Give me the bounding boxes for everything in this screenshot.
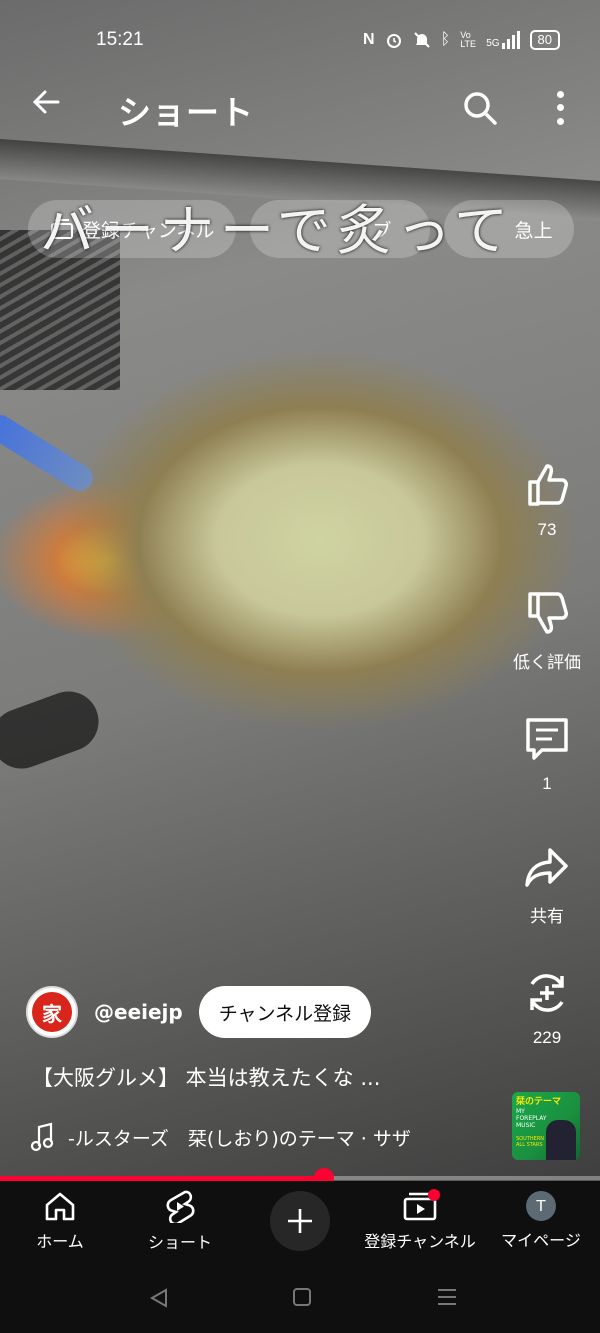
create-button[interactable]	[270, 1191, 330, 1251]
plus-icon	[288, 1209, 312, 1233]
thumbs-up-icon	[528, 464, 568, 506]
channel-row: 家 @eeiejp チャンネル登録	[26, 986, 372, 1038]
music-title: -ルスターズ 栞(しおり)のテーマ · サザ	[68, 1127, 411, 1150]
music-row[interactable]: -ルスターズ 栞(しおり)のテーマ · サザ	[30, 1122, 500, 1152]
remix-icon	[530, 974, 564, 1012]
comment-count: 1	[542, 774, 552, 793]
home-square-icon[interactable]	[292, 1287, 312, 1307]
battery-indicator: 80	[529, 30, 560, 50]
channel-handle[interactable]: @eeiejp	[94, 1000, 183, 1024]
shorts-icon	[166, 1190, 195, 1223]
remix-button[interactable]: 229	[506, 968, 588, 1048]
nav-shorts-label: ショート	[147, 1233, 212, 1252]
system-navigation-bar	[0, 1261, 600, 1333]
you-avatar: T	[526, 1191, 556, 1221]
5g-signal-icon: 5G	[486, 31, 520, 49]
artist-image	[546, 1120, 576, 1160]
bluetooth-icon: ᛒ	[440, 31, 451, 48]
search-icon[interactable]	[460, 88, 500, 128]
nav-subscriptions-label: 登録チャンネル	[364, 1232, 476, 1251]
status-icons: N ᛒ Vo LTE 5G 80	[363, 30, 560, 50]
status-bar: 15:21 N ᛒ Vo LTE 5G 80	[0, 0, 600, 80]
subscribe-button[interactable]: チャンネル登録	[198, 986, 372, 1038]
more-options-icon[interactable]	[552, 88, 568, 128]
like-button[interactable]: 73	[506, 460, 588, 540]
top-bar: ショート	[0, 80, 600, 136]
video-caption-overlay: バーナーで炙って	[40, 199, 515, 262]
comment-icon	[526, 718, 568, 760]
music-note-icon	[30, 1122, 54, 1152]
channel-avatar[interactable]: 家	[26, 986, 78, 1038]
recents-menu-icon[interactable]	[436, 1287, 458, 1307]
comments-button[interactable]: 1	[506, 714, 588, 794]
share-button[interactable]: 共有	[506, 842, 588, 927]
dislike-button[interactable]: 低く評価	[506, 588, 588, 673]
home-icon	[45, 1192, 75, 1221]
nav-you[interactable]: T マイページ	[498, 1181, 584, 1261]
nav-subscriptions[interactable]: 登録チャンネル	[360, 1181, 480, 1261]
alarm-icon	[386, 34, 401, 48]
sound-thumb-artist: SOUTHERN ALL STARS	[516, 1136, 544, 1148]
bottom-navigation: ホーム ショート 登録チャンネル T マイページ	[0, 1181, 600, 1261]
sound-thumb-subtitle: MY FOREPLAY MUSIC	[516, 1108, 547, 1129]
video-title[interactable]: 【大阪グルメ】 本当は教えたくな ...	[32, 1062, 472, 1092]
nfc-icon: N	[363, 31, 375, 48]
like-count: 73	[537, 520, 557, 539]
dislike-label: 低く評価	[513, 653, 581, 672]
hand-shadow	[0, 682, 107, 778]
back-triangle-icon[interactable]	[148, 1287, 170, 1309]
nav-home[interactable]: ホーム	[30, 1181, 90, 1261]
volte-icon: Vo LTE	[460, 30, 477, 49]
share-icon	[525, 848, 568, 887]
status-time: 15:21	[96, 29, 144, 50]
back-arrow-icon[interactable]	[28, 84, 64, 129]
remix-count: 229	[532, 1028, 562, 1047]
sound-thumb-title: 栞のテーマ	[516, 1097, 562, 1107]
sound-thumbnail[interactable]: 栞のテーマ MY FOREPLAY MUSIC SOUTHERN ALL STA…	[512, 1092, 580, 1160]
torch-flame	[0, 410, 98, 496]
nav-you-label: マイページ	[501, 1231, 581, 1250]
nav-shorts[interactable]: ショート	[140, 1181, 220, 1261]
mute-icon	[413, 32, 430, 48]
page-title: ショート	[118, 93, 254, 132]
notification-dot	[428, 1189, 440, 1201]
nav-home-label: ホーム	[36, 1232, 84, 1251]
channel-avatar-char: 家	[32, 992, 72, 1032]
chip-label: 急上	[514, 219, 553, 242]
share-label: 共有	[530, 907, 564, 926]
thumbs-down-icon	[528, 592, 568, 634]
